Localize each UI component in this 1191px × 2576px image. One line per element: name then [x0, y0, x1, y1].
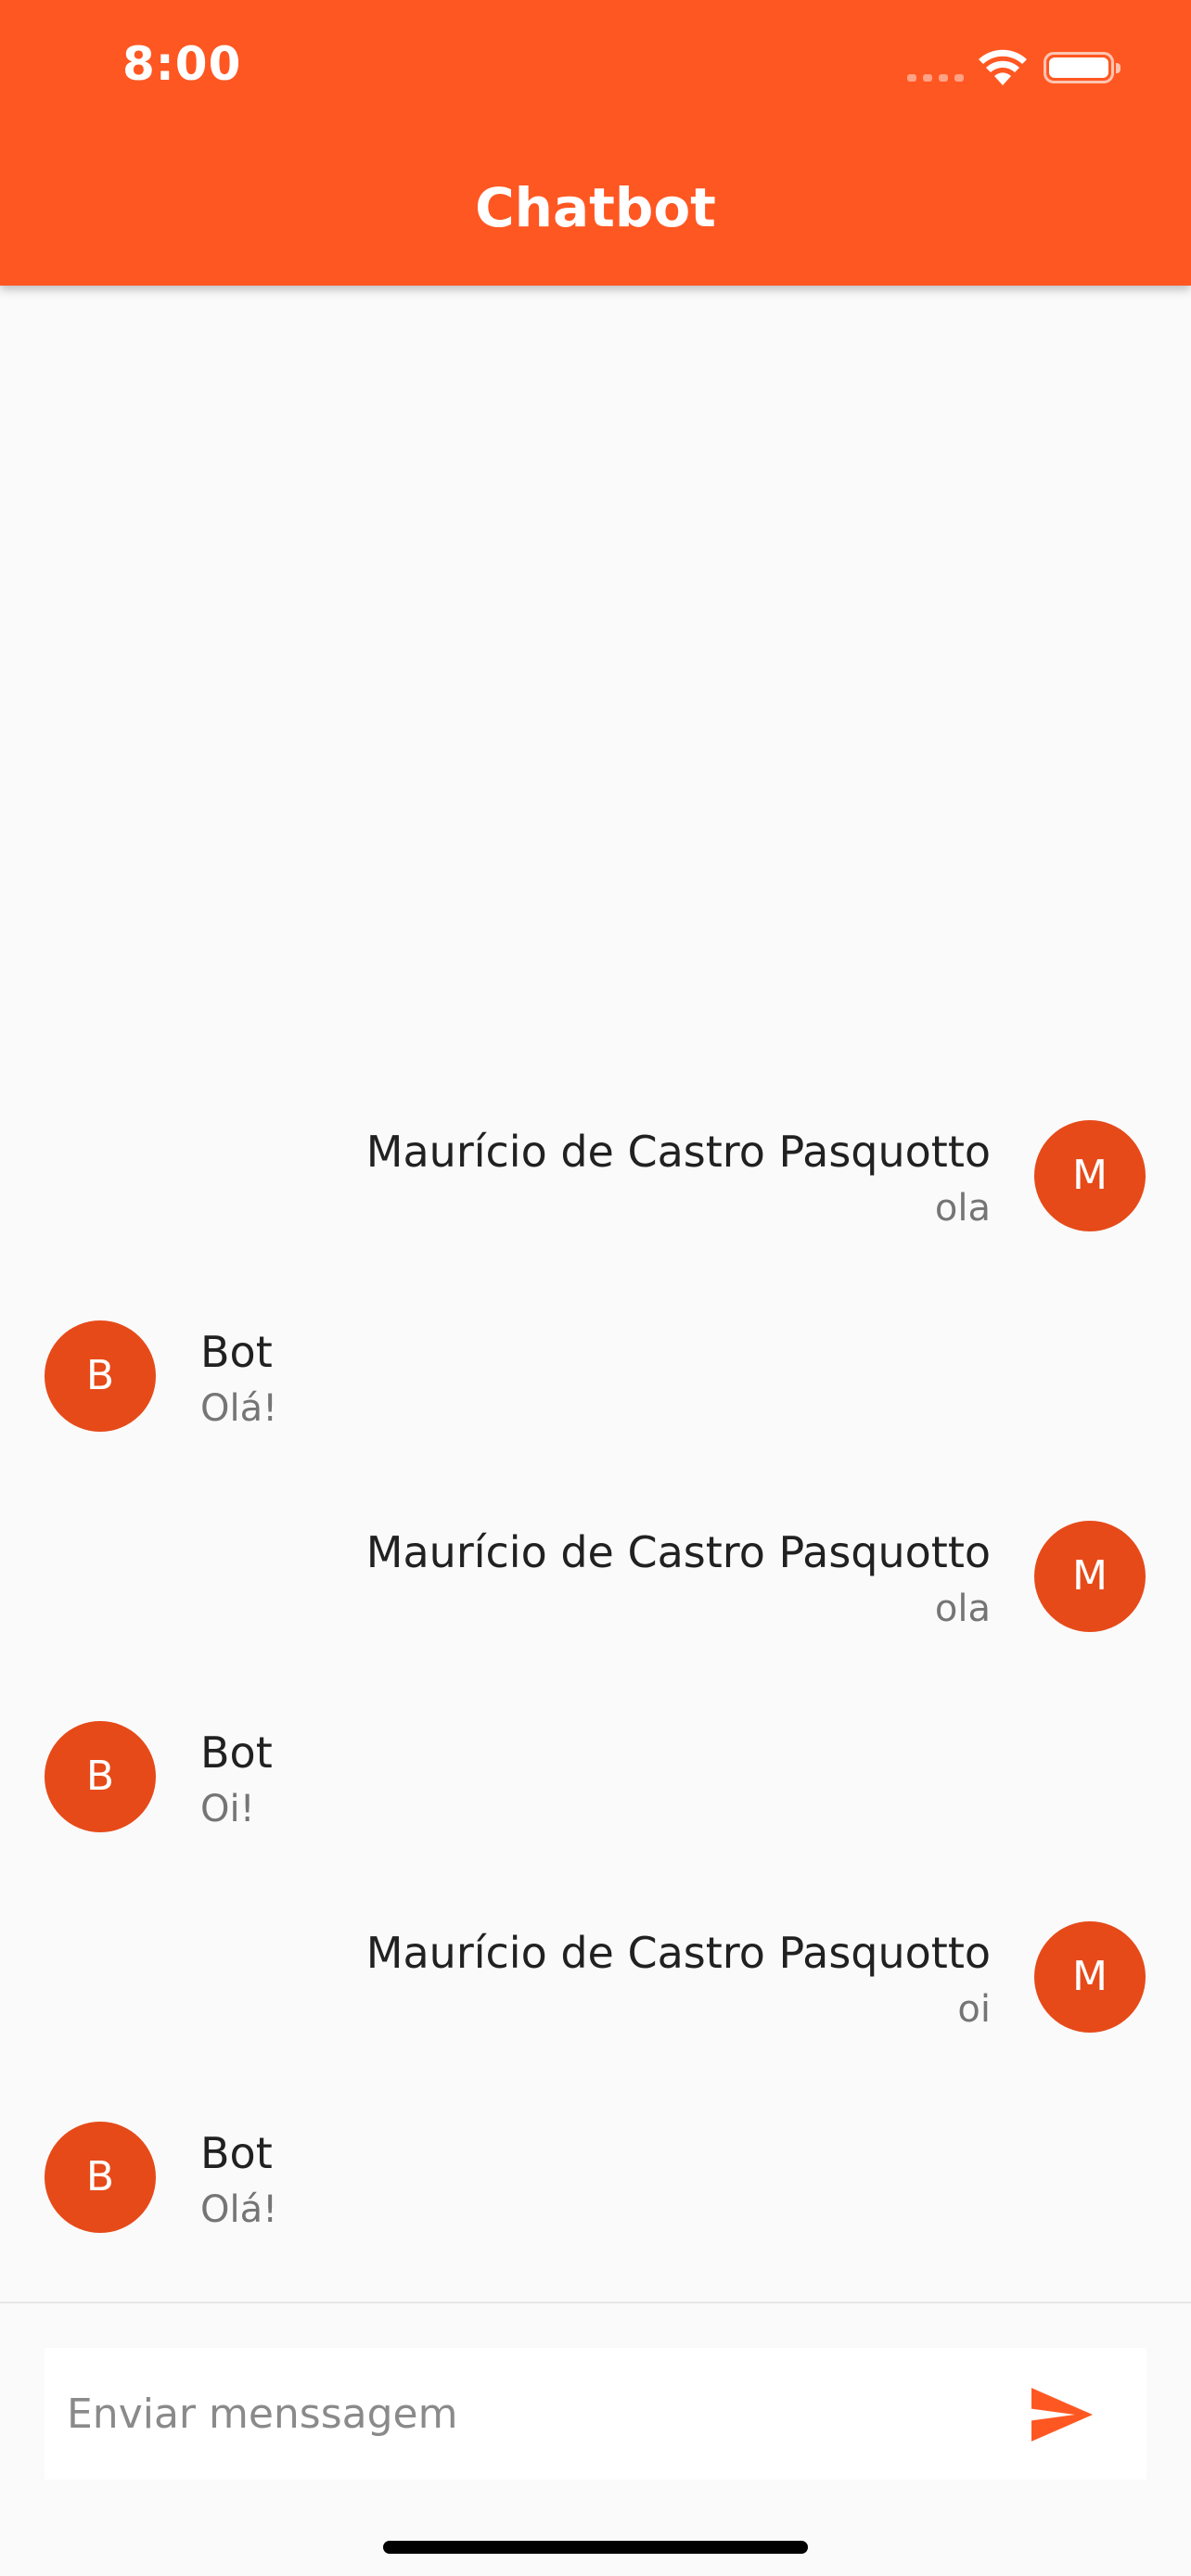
avatar: M — [1034, 1120, 1146, 1231]
send-icon — [1031, 2388, 1093, 2442]
message-text: Oi! — [200, 1788, 255, 1830]
status-time: 8:00 — [122, 37, 242, 91]
home-indicator — [383, 2541, 808, 2554]
page-title: Chatbot — [475, 176, 716, 239]
avatar: B — [45, 1721, 156, 1832]
message-item: Maurício de Castro Pasquotto ola M — [0, 1521, 1191, 1634]
avatar: B — [45, 1320, 156, 1432]
message-text: ola — [934, 1588, 991, 1630]
chat-screen: 8:00 Chatbot Maurício de Castro Pasquott… — [0, 0, 1191, 2576]
app-bar: 8:00 Chatbot — [0, 0, 1191, 286]
message-sender: Maurício de Castro Pasquotto — [365, 1527, 991, 1577]
message-sender: Bot — [200, 2128, 273, 2178]
message-text: oi — [957, 1988, 991, 2031]
battery-icon — [1044, 52, 1121, 83]
message-item: B Bot Oi! — [0, 1721, 1191, 1834]
message-item: Maurício de Castro Pasquotto oi M — [0, 1921, 1191, 2034]
message-sender: Bot — [200, 1728, 273, 1778]
avatar: M — [1034, 1521, 1146, 1632]
message-item: B Bot Olá! — [0, 2122, 1191, 2235]
message-input[interactable] — [67, 2348, 994, 2480]
send-button[interactable] — [1018, 2371, 1106, 2458]
message-item: B Bot Olá! — [0, 1320, 1191, 1434]
message-item: Maurício de Castro Pasquotto ola M — [0, 1120, 1191, 1233]
avatar: M — [1034, 1921, 1146, 2033]
message-text: Olá! — [200, 1387, 278, 1430]
avatar: B — [45, 2122, 156, 2233]
wifi-icon — [979, 49, 1027, 85]
message-sender: Bot — [200, 1327, 273, 1377]
message-text: ola — [934, 1187, 991, 1230]
message-composer — [45, 2348, 1146, 2480]
message-sender: Maurício de Castro Pasquotto — [365, 1928, 991, 1978]
message-text: Olá! — [200, 2188, 278, 2231]
composer-divider — [0, 2302, 1191, 2303]
message-sender: Maurício de Castro Pasquotto — [365, 1127, 991, 1177]
cellular-signal-icon — [907, 74, 965, 85]
message-list[interactable]: Maurício de Castro Pasquotto ola M B Bot… — [0, 286, 1191, 2302]
